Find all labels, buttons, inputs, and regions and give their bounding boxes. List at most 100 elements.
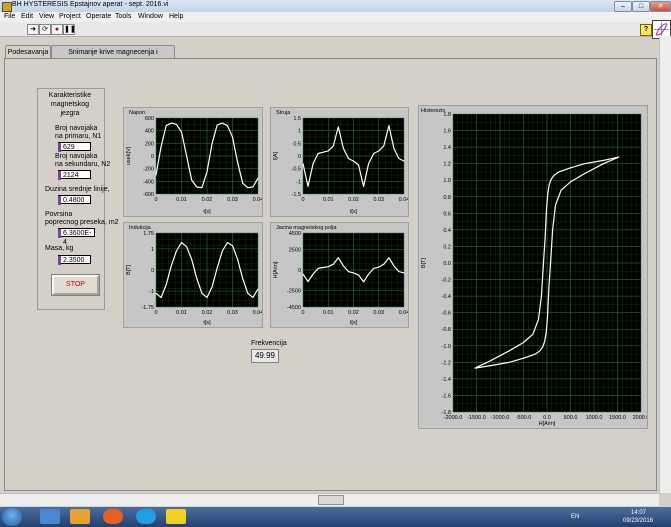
data-point (560, 189, 562, 191)
y-tick-label: 0.0 (443, 261, 451, 267)
abort-icon[interactable]: ● (51, 24, 63, 35)
y-axis-label: H[A/m] (273, 261, 279, 278)
area-input[interactable]: 6.3600E-4 (58, 228, 95, 246)
length-value: 0.4800 (63, 197, 85, 204)
tab-snimanje[interactable]: Snimanje krive magnecenja i histerezisa (51, 45, 175, 69)
y-tick-label: -0.4 (442, 294, 451, 300)
data-point (570, 167, 571, 169)
menu-project[interactable]: Project (59, 13, 81, 20)
stop-button[interactable]: STOP (52, 275, 99, 295)
chart-polje: Jacina magnetskog polja 0 0.01 0.02 0.03 0.04… (273, 225, 408, 326)
x-tick-label: 0.01 (323, 197, 334, 203)
data-point (551, 177, 553, 179)
data-point (160, 146, 162, 147)
data-point (584, 163, 585, 165)
chart-title: Histerezis (421, 108, 445, 114)
menu-file[interactable]: File (4, 13, 15, 20)
data-point (388, 257, 390, 259)
x-tick-label: -1500.0 (467, 415, 486, 421)
x-tick-label: 0.04 (253, 197, 262, 203)
data-point (327, 266, 329, 268)
taskbar: EN 14:07 09/23/2016 (0, 507, 671, 527)
data-point (546, 208, 547, 210)
x-tick-label: 500.0 (564, 415, 578, 421)
data-point (307, 186, 309, 187)
tab-podesavanja[interactable]: Podesavanja (5, 45, 51, 59)
skype-icon[interactable] (136, 509, 156, 524)
data-point (191, 179, 193, 181)
y-tick-label: -1.75 (141, 305, 154, 311)
data-point (155, 292, 157, 294)
n1-label-1: Broj navojaka (55, 125, 98, 132)
ie-icon[interactable] (40, 509, 60, 524)
clock-time[interactable]: 14:07 (631, 510, 646, 516)
chart-struja-frame: Struja 0 0.01 0.02 0.03 0.04 1.5 1 0.5 0 -0.5 -1 -1.… (270, 107, 409, 217)
y-axis-label: I[A] (273, 151, 279, 160)
data-point (165, 125, 167, 126)
data-point (257, 288, 259, 290)
y-tick-label: 1.4 (443, 145, 451, 151)
data-point (196, 186, 198, 188)
data-point (191, 259, 193, 260)
y-tick-label: 1 (298, 129, 301, 135)
menu-window[interactable]: Window (138, 13, 163, 20)
pause-icon[interactable]: ❚❚ (63, 24, 76, 35)
clock-date[interactable]: 09/23/2016 (623, 518, 653, 524)
labview-icon[interactable] (166, 509, 186, 524)
x-tick-label: 0.02 (202, 310, 213, 316)
y-tick-label: 1.0 (443, 178, 451, 184)
n1-spinner[interactable] (58, 143, 61, 152)
y-tick-label: -0.6 (442, 311, 451, 317)
data-point (170, 265, 172, 267)
data-point (398, 158, 400, 159)
data-point (237, 259, 238, 260)
menu-tools[interactable]: Tools (115, 13, 131, 20)
x-axis-label: t[s] (203, 209, 211, 215)
length-input[interactable]: 0.4800 (58, 195, 91, 205)
run-continuously-icon[interactable]: ⟳ (39, 24, 51, 35)
n2-input[interactable]: 2124 (58, 170, 91, 180)
data-point (337, 257, 339, 259)
data-point (206, 297, 208, 298)
n1-value: 629 (63, 144, 75, 151)
y-tick-label: 1 (151, 247, 154, 253)
data-point (247, 292, 249, 294)
minimize-button[interactable]: – (614, 1, 632, 12)
menu-operate[interactable]: Operate (86, 13, 111, 20)
run-arrow-icon[interactable]: ➜ (27, 24, 39, 35)
data-point (242, 278, 244, 279)
firefox-icon[interactable] (103, 509, 123, 524)
length-spinner[interactable] (58, 196, 61, 205)
menu-edit[interactable]: Edit (21, 13, 33, 20)
data-point (227, 125, 228, 126)
y-tick-label: -600 (143, 192, 154, 198)
data-point (242, 182, 244, 184)
data-point (176, 250, 177, 252)
y-tick-label: -2500 (287, 289, 301, 295)
y-tick-label: 4500 (289, 231, 301, 237)
data-point (548, 183, 550, 185)
menu-view[interactable]: View (39, 13, 54, 20)
close-button[interactable]: ✕ (650, 1, 671, 12)
x-tick-label: 0.04 (253, 310, 262, 316)
data-point (542, 345, 544, 347)
maximize-button[interactable]: □ (632, 1, 650, 12)
data-point (544, 237, 546, 239)
mass-spinner[interactable] (58, 256, 61, 265)
mass-input[interactable]: 2.3500 (58, 255, 91, 265)
n2-spinner[interactable] (58, 171, 61, 180)
n1-input[interactable]: 629 (58, 142, 91, 152)
chart-title: Struja (276, 110, 291, 116)
y-tick-label: -1.4 (442, 377, 451, 383)
y-tick-label: 1.2 (443, 162, 451, 168)
start-button[interactable] (2, 508, 22, 526)
menu-help[interactable]: Help (169, 13, 183, 20)
system-tray: EN 14:07 09/23/2016 (561, 507, 671, 527)
language-indicator[interactable]: EN (571, 514, 579, 520)
area-spinner[interactable] (58, 229, 61, 238)
horizontal-scroll-thumb[interactable] (318, 495, 344, 505)
vertical-scrollbar[interactable] (659, 36, 671, 493)
help-button[interactable]: ? (640, 24, 652, 36)
data-point (327, 150, 329, 152)
folder-icon[interactable] (70, 509, 90, 524)
